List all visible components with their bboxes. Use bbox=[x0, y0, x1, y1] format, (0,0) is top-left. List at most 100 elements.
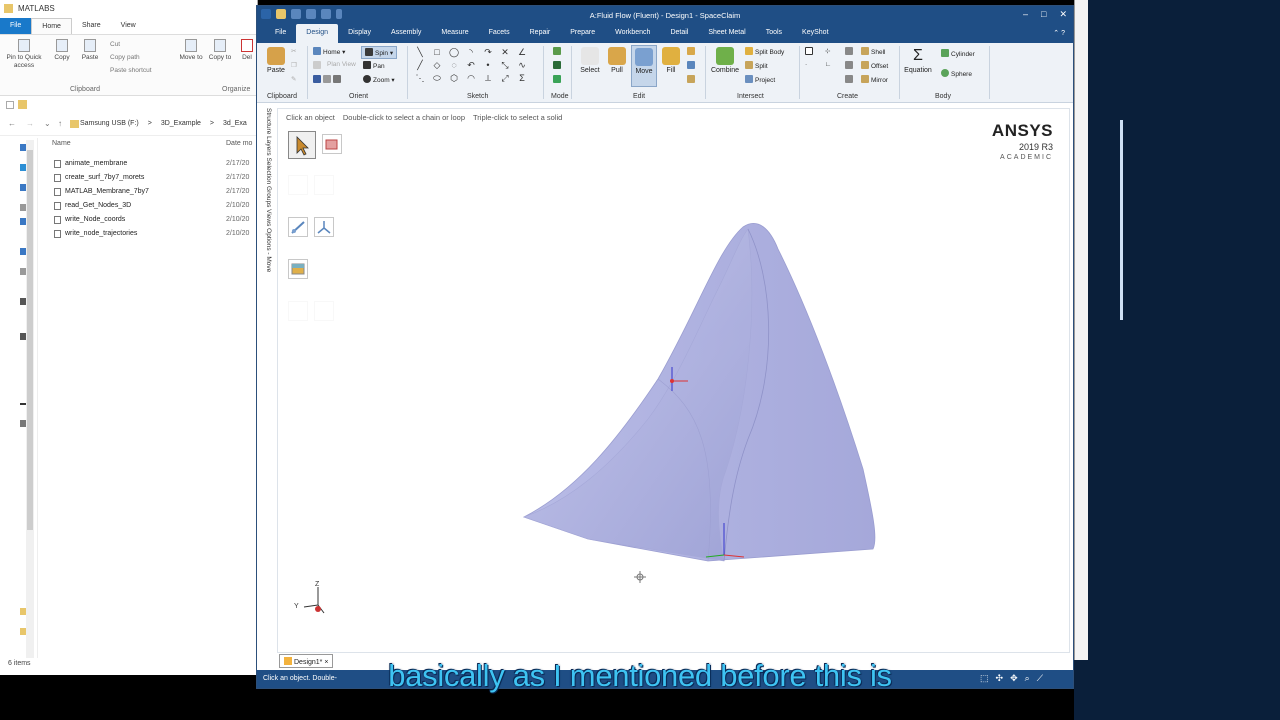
copy-button[interactable]: Copy bbox=[50, 39, 74, 62]
tab-tools[interactable]: Tools bbox=[756, 24, 792, 43]
construction-line-icon[interactable]: ⋱ bbox=[415, 73, 425, 83]
cut-icon[interactable]: ✂ bbox=[291, 47, 296, 55]
breadcrumb-subfolder[interactable]: 3d_Exa bbox=[223, 120, 247, 127]
tab-home[interactable]: Home bbox=[31, 18, 72, 34]
delete-button[interactable]: Del bbox=[238, 39, 256, 62]
paste-button[interactable]: Paste bbox=[263, 47, 289, 74]
file-row[interactable]: create_surf_7by7_morets 2/17/20 bbox=[54, 172, 254, 185]
breadcrumb-folder[interactable]: 3D_Example bbox=[161, 120, 201, 127]
offset-button[interactable]: Offset bbox=[861, 61, 888, 70]
copy-path-button[interactable]: Copy path bbox=[110, 54, 140, 61]
move-button[interactable]: Move bbox=[631, 45, 657, 87]
tab-keyshot[interactable]: KeyShot bbox=[792, 24, 838, 43]
tab-repair[interactable]: Repair bbox=[520, 24, 561, 43]
point-icon[interactable]: • bbox=[483, 60, 493, 70]
offset-curve-icon[interactable]: ⤡ bbox=[500, 60, 510, 70]
three-point-arc-icon[interactable]: ◠ bbox=[466, 73, 476, 83]
tab-file[interactable]: File bbox=[0, 18, 32, 34]
equation-button[interactable]: Σ Equation bbox=[903, 47, 933, 74]
file-row[interactable]: write_node_trajectories 2/10/20 bbox=[54, 228, 254, 241]
copy-icon[interactable]: ❐ bbox=[291, 61, 297, 69]
scrollbar-thumb[interactable] bbox=[27, 150, 33, 530]
forward-icon[interactable]: → bbox=[26, 119, 34, 128]
breadcrumb-drive[interactable]: Samsung USB (F:) bbox=[80, 120, 139, 127]
bend-icon[interactable]: ∠ bbox=[517, 47, 527, 57]
column-header-name[interactable]: Name bbox=[52, 140, 71, 147]
equation-icon[interactable]: Σ bbox=[517, 73, 527, 83]
tab-detail[interactable]: Detail bbox=[660, 24, 698, 43]
tab-share[interactable]: Share bbox=[72, 18, 111, 34]
paste-shortcut-button[interactable]: Paste shortcut bbox=[110, 67, 152, 74]
view-icon[interactable] bbox=[313, 61, 323, 70]
tweak-icon[interactable] bbox=[687, 75, 697, 84]
tab-display[interactable]: Display bbox=[338, 24, 381, 43]
tab-measure[interactable]: Measure bbox=[431, 24, 478, 43]
combine-button[interactable]: Combine bbox=[709, 47, 741, 74]
up-icon[interactable]: ↑ bbox=[58, 119, 62, 128]
tab-facets[interactable]: Facets bbox=[479, 24, 520, 43]
plan-view-button[interactable]: Plan View bbox=[327, 61, 356, 68]
project-button[interactable]: Project bbox=[745, 75, 775, 84]
tab-assembly[interactable]: Assembly bbox=[381, 24, 431, 43]
select-button[interactable]: Select bbox=[577, 47, 603, 74]
circle-icon[interactable]: ◯ bbox=[449, 47, 459, 57]
blend-icon[interactable] bbox=[687, 47, 697, 56]
format-painter-icon[interactable]: ✎ bbox=[291, 75, 296, 83]
rectangle-icon[interactable]: □ bbox=[432, 47, 442, 57]
tab-file[interactable]: File bbox=[265, 24, 296, 43]
column-header-date[interactable]: Date mo bbox=[226, 140, 252, 147]
tangent-line-icon[interactable]: ╱ bbox=[415, 60, 425, 70]
home-view-button[interactable]: Home ▾ bbox=[313, 47, 345, 56]
circular-pattern-icon[interactable] bbox=[845, 61, 855, 70]
recent-locations-icon[interactable]: ⌄ bbox=[44, 119, 51, 128]
address-bar[interactable]: ← → ⌄ ↑ Samsung USB (F:) >3D_Example >3d_E… bbox=[0, 114, 257, 136]
mirror-button[interactable]: Mirror bbox=[861, 75, 888, 84]
three-point-rectangle-icon[interactable]: ◇ bbox=[432, 60, 442, 70]
three-point-circle-icon[interactable]: ◌ bbox=[449, 60, 459, 70]
pull-button[interactable]: Pull bbox=[605, 47, 629, 74]
move-to-button[interactable]: Move to bbox=[178, 39, 204, 62]
line-icon[interactable]: ╲ bbox=[415, 47, 425, 57]
spin-button[interactable]: Spin ▾ bbox=[361, 46, 398, 59]
tangent-arc-icon[interactable]: ↷ bbox=[483, 47, 493, 57]
tab-design[interactable]: Design bbox=[296, 24, 339, 43]
back-icon[interactable]: ← bbox=[8, 119, 16, 128]
sweep-arc-icon[interactable]: ↶ bbox=[466, 60, 476, 70]
design-viewport[interactable]: Click an object Double-click to select a… bbox=[277, 108, 1070, 653]
file-row[interactable]: animate_membrane 2/17/20 bbox=[54, 158, 254, 171]
side-panel-tabs[interactable]: Structure Layers Selection Groups Views … bbox=[260, 108, 272, 308]
plane-icon[interactable] bbox=[805, 47, 815, 56]
tab-view[interactable]: View bbox=[111, 18, 146, 34]
cylinder-button[interactable]: Cylinder bbox=[941, 49, 975, 58]
pin-quick-access-button[interactable]: Pin to Quick access bbox=[4, 39, 44, 70]
project-to-sketch-icon[interactable]: ⟂ bbox=[483, 73, 493, 83]
paste-button[interactable]: Paste bbox=[78, 39, 102, 62]
trim-icon[interactable]: ✕ bbox=[500, 47, 510, 57]
linear-pattern-icon[interactable] bbox=[845, 47, 855, 56]
file-row[interactable]: read_Get_Nodes_3D 2/10/20 bbox=[54, 200, 254, 213]
tab-workbench[interactable]: Workbench bbox=[605, 24, 660, 43]
maximize-icon[interactable]: □ bbox=[1041, 9, 1046, 20]
close-icon[interactable]: ✕ bbox=[1059, 9, 1067, 20]
polygon-icon[interactable]: ⬡ bbox=[449, 73, 459, 83]
ellipse-icon[interactable]: ⬭ bbox=[432, 73, 442, 83]
axis-icon[interactable]: ⊹ bbox=[825, 47, 830, 55]
fill-button[interactable]: Fill bbox=[659, 47, 683, 74]
cut-button[interactable]: Cut bbox=[110, 41, 120, 48]
split-body-button[interactable]: Split Body bbox=[745, 47, 784, 56]
section-mode-icon[interactable] bbox=[553, 61, 563, 70]
fill-pattern-icon[interactable] bbox=[845, 75, 855, 84]
help-icon[interactable]: ⌃ ? bbox=[1053, 29, 1065, 37]
zoom-button[interactable]: Zoom ▾ bbox=[363, 75, 395, 84]
file-row[interactable]: write_Node_coords 2/10/20 bbox=[54, 214, 254, 227]
point-icon[interactable]: · bbox=[805, 61, 807, 68]
corner-icon[interactable]: ⤢ bbox=[500, 73, 510, 83]
replace-icon[interactable] bbox=[687, 61, 697, 70]
3d-mode-icon[interactable] bbox=[553, 75, 563, 84]
membrane-model[interactable] bbox=[278, 109, 1071, 654]
navigation-scrollbar[interactable] bbox=[26, 140, 34, 658]
arc-icon[interactable]: ◝ bbox=[466, 47, 476, 57]
file-row[interactable]: MATLAB_Membrane_7by7 2/17/20 bbox=[54, 186, 254, 199]
tab-prepare[interactable]: Prepare bbox=[560, 24, 605, 43]
copy-to-button[interactable]: Copy to bbox=[208, 39, 232, 62]
